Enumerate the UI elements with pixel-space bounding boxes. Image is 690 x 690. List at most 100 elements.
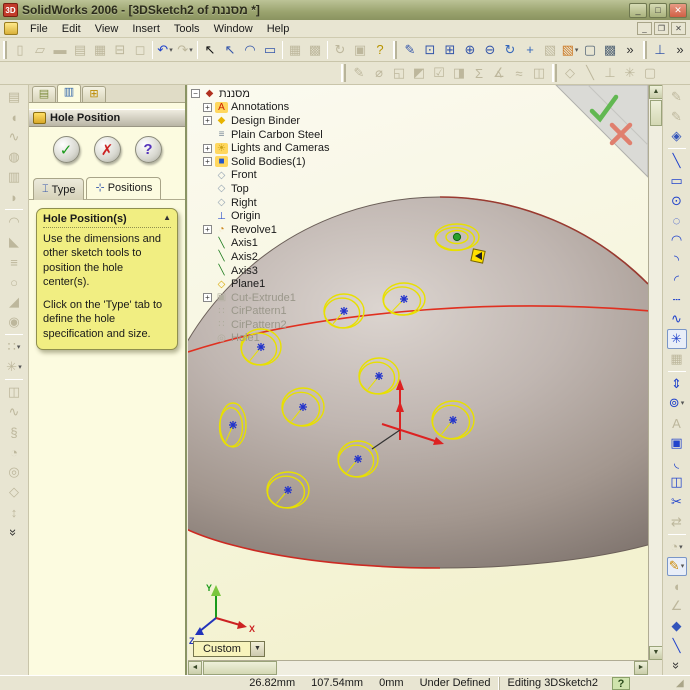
minimize-button[interactable]: _: [629, 3, 647, 18]
menu-tools[interactable]: Tools: [167, 21, 207, 37]
tree-item-front[interactable]: ◇Front: [191, 169, 356, 183]
standard-views-icon[interactable]: ▧▾: [560, 40, 580, 60]
zoom-to-selection-icon[interactable]: ⊖: [480, 40, 500, 60]
view-selector-combo[interactable]: Custom ▼: [193, 641, 265, 657]
toolbar-grip[interactable]: [341, 64, 346, 82]
featuremanager-tab[interactable]: ▤: [32, 86, 56, 102]
configurationmanager-tab[interactable]: ⊞: [82, 86, 106, 102]
lasso-select-icon[interactable]: ◠: [240, 40, 260, 60]
menu-edit[interactable]: Edit: [55, 21, 88, 37]
centerline-icon[interactable]: ┄: [667, 290, 687, 310]
tree-item-cut-extrude1[interactable]: +▣Cut-Extrude1: [191, 291, 356, 305]
tree-item-right[interactable]: ◇Right: [191, 196, 356, 210]
horizontal-scroll-thumb[interactable]: [203, 661, 277, 675]
tree-item-cirpattern2[interactable]: ∷CirPattern2: [191, 318, 356, 332]
smart-dimension-icon[interactable]: ⇕: [667, 374, 687, 394]
toolbar-overflow-icon[interactable]: »: [670, 40, 690, 60]
circle-icon[interactable]: ⊙: [667, 191, 687, 211]
tab-positions[interactable]: ⊹ Positions: [86, 177, 161, 199]
menu-insert[interactable]: Insert: [125, 21, 167, 37]
zoom-in-out-icon[interactable]: ⊕: [460, 40, 480, 60]
rapid-sketch-icon[interactable]: ◆: [667, 616, 687, 636]
view-orientation-icon[interactable]: ✎: [400, 40, 420, 60]
tab-type[interactable]: ⌶ Type: [33, 178, 84, 200]
tree-item-annotations[interactable]: +AAnnotations: [191, 101, 356, 115]
sketch-tools-icon[interactable]: ✎▾: [667, 557, 687, 577]
ok-button[interactable]: ✓: [53, 136, 80, 163]
combo-dropdown-icon[interactable]: ▼: [250, 642, 264, 656]
menu-view[interactable]: View: [88, 21, 126, 37]
tree-item-design-binder[interactable]: +◆Design Binder: [191, 114, 356, 128]
reference-geometry-group-icon[interactable]: ⊥: [650, 40, 670, 60]
tree-item-axis1[interactable]: ╲Axis1: [191, 237, 356, 251]
collapse-icon[interactable]: −: [191, 89, 200, 98]
menu-window[interactable]: Window: [207, 21, 260, 37]
expand-icon[interactable]: +: [203, 225, 212, 234]
expand-icon[interactable]: +: [203, 116, 212, 125]
trim-entities-icon[interactable]: ✂: [667, 492, 687, 512]
line-icon[interactable]: ╲: [667, 151, 687, 171]
tree-item-axis3[interactable]: ╲Axis3: [191, 264, 356, 278]
tree-item-revolve1[interactable]: +◔Revolve1: [191, 223, 356, 237]
scroll-right-icon[interactable]: ►: [634, 661, 648, 675]
tree-item-lights-and-cameras[interactable]: +☀Lights and Cameras: [191, 141, 356, 155]
tree-item-cirpattern1[interactable]: ∷CirPattern1: [191, 305, 356, 319]
toolbar-grip[interactable]: [3, 41, 7, 59]
tree-item-solid-bodies-1-[interactable]: +■Solid Bodies(1): [191, 155, 356, 169]
mirror-entities-icon[interactable]: ◫: [667, 473, 687, 493]
pan-icon[interactable]: +: [520, 40, 540, 60]
menu-file[interactable]: File: [23, 21, 55, 37]
tangent-arc-icon[interactable]: ◝: [667, 250, 687, 270]
zoom-to-area-icon[interactable]: ⊞: [440, 40, 460, 60]
tree-item-hole1[interactable]: ◎Hole1: [191, 332, 356, 346]
rotate-view-icon[interactable]: ↻: [500, 40, 520, 60]
perimeter-circle-icon[interactable]: ◌: [667, 211, 687, 231]
tree-item--[interactable]: −◆מסננת: [191, 87, 356, 101]
convert-entities-icon[interactable]: ▣: [667, 433, 687, 453]
3-point-arc-icon[interactable]: ◜: [667, 270, 687, 290]
ordinate-dimension-icon[interactable]: ⊚▾: [667, 393, 687, 413]
cancel-button[interactable]: ✗: [94, 136, 121, 163]
selection-filter-capsule-icon[interactable]: ▭: [260, 40, 280, 60]
propertymanager-tab[interactable]: ▥: [57, 84, 81, 102]
select-icon[interactable]: ↖: [200, 40, 220, 60]
child-minimize-button[interactable]: _: [637, 22, 652, 35]
child-restore-button[interactable]: ❐: [654, 22, 669, 35]
point-icon[interactable]: ✳: [667, 329, 687, 349]
line-segment-icon[interactable]: ╲: [667, 636, 687, 656]
collapse-arrow-icon[interactable]: ▲: [163, 213, 171, 225]
spline-icon[interactable]: ∿: [667, 309, 687, 329]
menu-help[interactable]: Help: [260, 21, 297, 37]
scroll-left-icon[interactable]: ◄: [188, 661, 202, 675]
expand-icon[interactable]: +: [203, 293, 212, 302]
toolbar-grip[interactable]: [643, 41, 647, 59]
sketch-overflow-icon[interactable]: »: [667, 655, 687, 675]
horizontal-scrollbar[interactable]: ◄ ►: [188, 660, 648, 675]
rectangle-icon[interactable]: ▭: [667, 171, 687, 191]
toolbar-grip[interactable]: [393, 41, 397, 59]
hidden-lines-visible-icon[interactable]: ▩: [600, 40, 620, 60]
document-icon[interactable]: [4, 22, 18, 35]
help-button[interactable]: ?: [135, 136, 162, 163]
status-help-toggle[interactable]: ?: [612, 677, 630, 690]
undo-icon[interactable]: ↶▾: [155, 40, 175, 60]
child-close-button[interactable]: ✕: [671, 22, 686, 35]
offset-entities-icon[interactable]: ◟: [667, 453, 687, 473]
vertical-scroll-thumb[interactable]: [650, 100, 662, 126]
tree-item-axis2[interactable]: ╲Axis2: [191, 250, 356, 264]
modify-sketch-icon[interactable]: ◈: [667, 127, 687, 147]
maximize-button[interactable]: □: [649, 3, 667, 18]
toolbar-grip[interactable]: [552, 64, 557, 82]
view-toolbar-overflow-icon[interactable]: »: [620, 40, 640, 60]
tree-item-top[interactable]: ◇Top: [191, 182, 356, 196]
features-overflow-icon[interactable]: »: [4, 522, 24, 542]
expand-icon[interactable]: +: [203, 103, 212, 112]
zoom-to-fit-icon[interactable]: ⊡: [420, 40, 440, 60]
help-icon[interactable]: ?: [370, 40, 390, 60]
expand-icon[interactable]: +: [203, 144, 212, 153]
wireframe-icon[interactable]: ▢: [580, 40, 600, 60]
scroll-up-icon[interactable]: ▲: [649, 85, 663, 99]
tree-item-plain-carbon-steel[interactable]: ≡Plain Carbon Steel: [191, 128, 356, 142]
centerpoint-arc-icon[interactable]: ◠: [667, 230, 687, 250]
select-other-icon[interactable]: ↖: [220, 40, 240, 60]
